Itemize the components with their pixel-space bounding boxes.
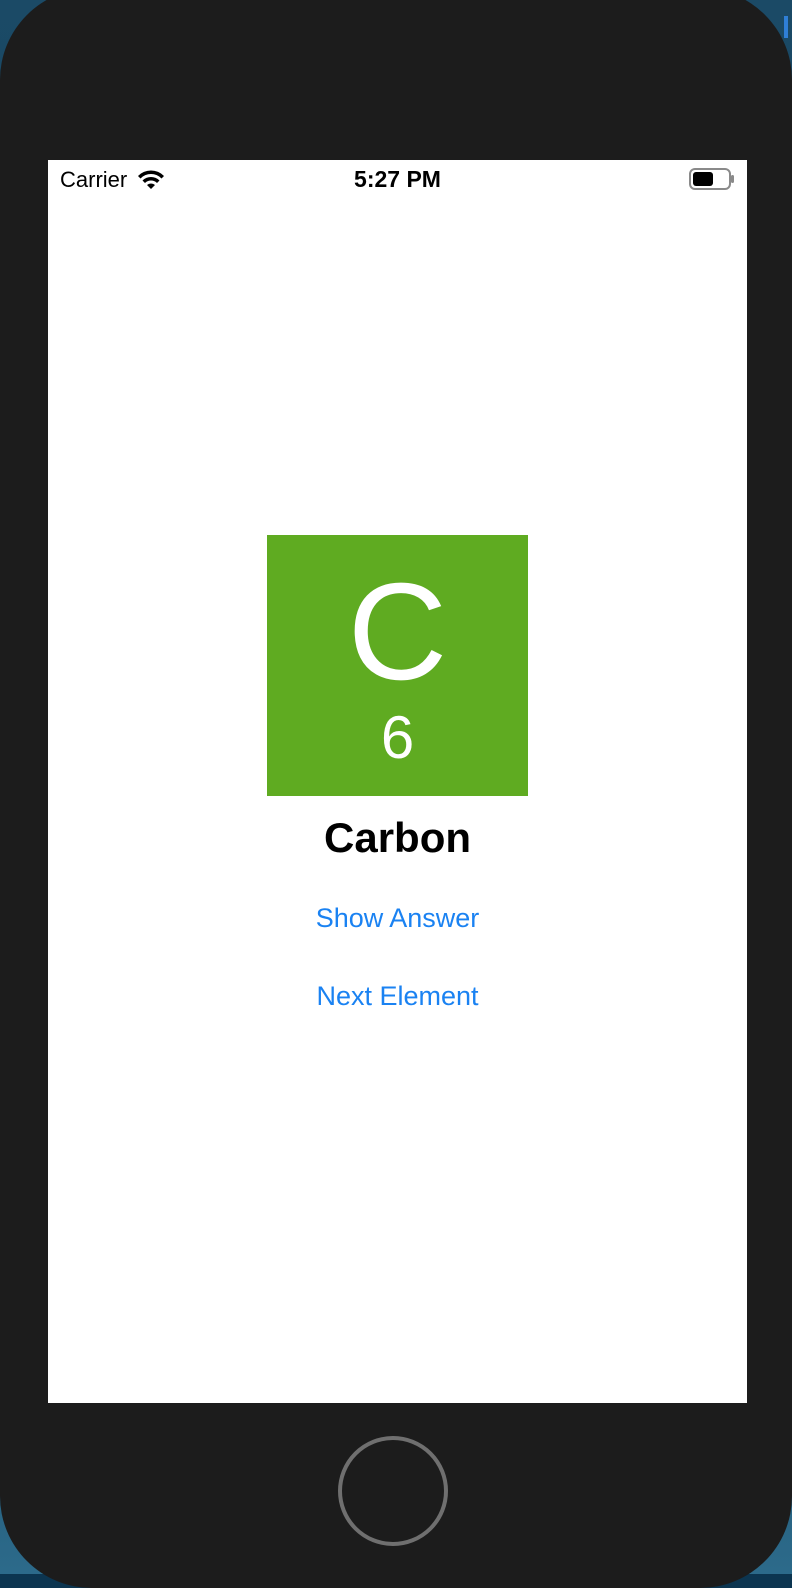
- element-tile: C 6: [267, 535, 528, 796]
- atomic-number: 6: [380, 704, 415, 771]
- next-element-button[interactable]: Next Element: [48, 981, 747, 1012]
- element-name: Carbon: [324, 814, 471, 861]
- show-answer-button[interactable]: Show Answer: [48, 903, 747, 934]
- status-time: 5:27 PM: [354, 166, 441, 192]
- status-bar: Carrier 5:27 PM: [48, 160, 747, 200]
- battery-icon: [689, 168, 734, 190]
- home-button[interactable]: [338, 1436, 448, 1546]
- element-symbol: C: [347, 555, 448, 709]
- app-screen: Carrier 5:27 PM C 6 Carbon Show Answer N…: [48, 160, 747, 1403]
- window-edge-mark: [784, 16, 788, 38]
